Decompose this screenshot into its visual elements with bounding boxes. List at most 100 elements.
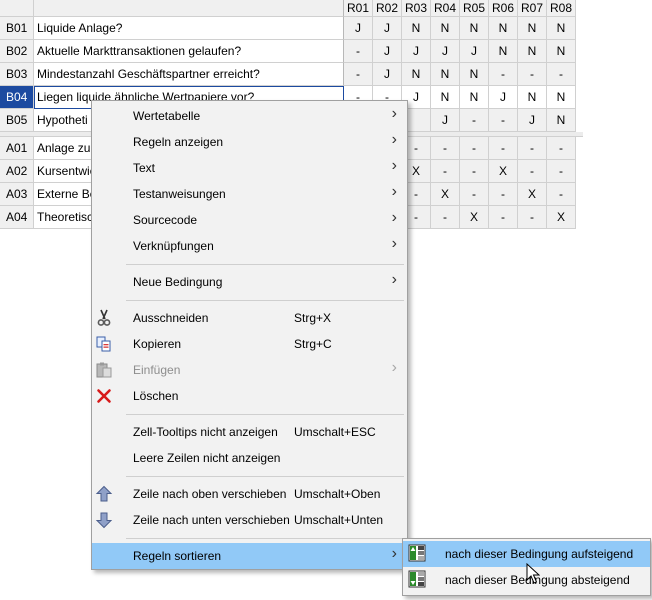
- rule-value-cell[interactable]: N: [431, 17, 460, 40]
- condition-row[interactable]: B02 Aktuelle Markttransaktionen gelaufen?…: [0, 40, 583, 63]
- rule-value-cell[interactable]: -: [460, 109, 489, 132]
- rule-value-cell[interactable]: -: [460, 137, 489, 160]
- menu-separator: [92, 409, 407, 419]
- menu-item-label: Wertetabelle: [133, 109, 201, 123]
- rule-value-cell[interactable]: -: [431, 206, 460, 229]
- rule-value-cell[interactable]: -: [547, 63, 576, 86]
- rule-value-cell[interactable]: N: [402, 63, 431, 86]
- rule-header[interactable]: R07: [518, 0, 547, 17]
- rule-value-cell[interactable]: J: [489, 86, 518, 109]
- menu-item-wertetabelle[interactable]: Wertetabelle ›: [92, 103, 407, 129]
- row-text[interactable]: Liquide Anlage?: [34, 17, 344, 40]
- rule-value-cell[interactable]: N: [547, 17, 576, 40]
- rule-value-cell[interactable]: J: [431, 40, 460, 63]
- rule-value-cell[interactable]: J: [460, 40, 489, 63]
- condition-row[interactable]: B01 Liquide Anlage? J J N N N N N N: [0, 17, 583, 40]
- row-text[interactable]: Mindestanzahl Geschäftspartner erreicht?: [34, 63, 344, 86]
- rule-value-cell[interactable]: X: [489, 160, 518, 183]
- menu-item-loeschen[interactable]: Löschen: [92, 383, 407, 409]
- rule-value-cell[interactable]: -: [489, 206, 518, 229]
- rule-value-cell[interactable]: N: [431, 63, 460, 86]
- menu-item-neue-bedingung[interactable]: Neue Bedingung ›: [92, 269, 407, 295]
- rule-value-cell[interactable]: N: [460, 86, 489, 109]
- row-id[interactable]: B02: [0, 40, 34, 63]
- menu-item-kopieren[interactable]: Kopieren Strg+C: [92, 331, 407, 357]
- rule-value-cell[interactable]: -: [518, 137, 547, 160]
- rule-value-cell[interactable]: -: [344, 63, 373, 86]
- rule-value-cell[interactable]: N: [402, 17, 431, 40]
- row-id[interactable]: B04: [0, 86, 34, 109]
- rule-value-cell[interactable]: J: [373, 63, 402, 86]
- rule-value-cell[interactable]: N: [460, 17, 489, 40]
- rule-value-cell[interactable]: X: [431, 183, 460, 206]
- rule-header[interactable]: R05: [460, 0, 489, 17]
- rule-header[interactable]: R03: [402, 0, 431, 17]
- menu-item-zeile-nach-unten[interactable]: Zeile nach unten verschieben Umschalt+Unt…: [92, 507, 407, 533]
- row-text[interactable]: Aktuelle Markttransaktionen gelaufen?: [34, 40, 344, 63]
- rule-value-cell[interactable]: N: [460, 63, 489, 86]
- rule-value-cell[interactable]: N: [431, 86, 460, 109]
- rule-value-cell[interactable]: J: [518, 109, 547, 132]
- rule-value-cell[interactable]: -: [547, 137, 576, 160]
- rule-value-cell[interactable]: J: [431, 109, 460, 132]
- chevron-right-icon: ›: [391, 209, 397, 226]
- rule-value-cell[interactable]: -: [518, 206, 547, 229]
- rule-value-cell[interactable]: N: [547, 86, 576, 109]
- menu-separator: [92, 471, 407, 481]
- rule-value-cell[interactable]: J: [344, 17, 373, 40]
- arrow-down-icon: [95, 511, 113, 529]
- menu-item-regeln-sortieren[interactable]: Regeln sortieren ›: [92, 543, 407, 569]
- rule-value-cell[interactable]: N: [547, 109, 576, 132]
- rule-header[interactable]: R08: [547, 0, 576, 17]
- rule-value-cell[interactable]: -: [460, 183, 489, 206]
- rule-value-cell[interactable]: N: [489, 17, 518, 40]
- menu-separator: [92, 259, 407, 269]
- menu-item-shortcut: Umschalt+Unten: [294, 513, 384, 527]
- rule-value-cell[interactable]: -: [431, 137, 460, 160]
- rule-value-cell[interactable]: -: [489, 109, 518, 132]
- rule-header[interactable]: R02: [373, 0, 402, 17]
- rule-header[interactable]: R06: [489, 0, 518, 17]
- rule-value-cell[interactable]: -: [460, 160, 489, 183]
- menu-item-zell-tooltips[interactable]: Zell-Tooltips nicht anzeigen Umschalt+ESC: [92, 419, 407, 445]
- rule-value-cell[interactable]: N: [518, 86, 547, 109]
- rule-value-cell[interactable]: J: [373, 40, 402, 63]
- rule-value-cell[interactable]: -: [547, 183, 576, 206]
- rule-value-cell[interactable]: X: [460, 206, 489, 229]
- row-id[interactable]: B01: [0, 17, 34, 40]
- rule-header[interactable]: R04: [431, 0, 460, 17]
- rule-value-cell[interactable]: -: [489, 137, 518, 160]
- rule-value-cell[interactable]: -: [547, 160, 576, 183]
- menu-item-sourcecode[interactable]: Sourcecode ›: [92, 207, 407, 233]
- rule-header[interactable]: R01: [344, 0, 373, 17]
- rule-value-cell[interactable]: -: [489, 63, 518, 86]
- row-id[interactable]: A03: [0, 183, 34, 206]
- row-id[interactable]: A04: [0, 206, 34, 229]
- rule-value-cell[interactable]: J: [402, 40, 431, 63]
- row-id[interactable]: B03: [0, 63, 34, 86]
- row-id[interactable]: A02: [0, 160, 34, 183]
- menu-item-testanweisungen[interactable]: Testanweisungen ›: [92, 181, 407, 207]
- menu-item-shortcut: Umschalt+Oben: [294, 487, 381, 501]
- row-id[interactable]: B05: [0, 109, 34, 132]
- rule-value-cell[interactable]: N: [547, 40, 576, 63]
- rule-value-cell[interactable]: -: [518, 160, 547, 183]
- rule-value-cell[interactable]: N: [518, 40, 547, 63]
- condition-row[interactable]: B03 Mindestanzahl Geschäftspartner erreic…: [0, 63, 583, 86]
- rule-value-cell[interactable]: N: [489, 40, 518, 63]
- rule-value-cell[interactable]: J: [373, 17, 402, 40]
- row-id[interactable]: A01: [0, 137, 34, 160]
- rule-value-cell[interactable]: X: [518, 183, 547, 206]
- menu-item-ausschneiden[interactable]: Ausschneiden Strg+X: [92, 305, 407, 331]
- rule-value-cell[interactable]: N: [518, 17, 547, 40]
- menu-item-zeile-nach-oben[interactable]: Zeile nach oben verschieben Umschalt+Oben: [92, 481, 407, 507]
- menu-item-regeln-anzeigen[interactable]: Regeln anzeigen ›: [92, 129, 407, 155]
- rule-value-cell[interactable]: -: [518, 63, 547, 86]
- rule-value-cell[interactable]: X: [547, 206, 576, 229]
- rule-value-cell[interactable]: -: [344, 40, 373, 63]
- menu-item-verknuepfungen[interactable]: Verknüpfungen ›: [92, 233, 407, 259]
- rule-value-cell[interactable]: -: [489, 183, 518, 206]
- rule-value-cell[interactable]: -: [431, 160, 460, 183]
- menu-item-text[interactable]: Text ›: [92, 155, 407, 181]
- menu-item-leere-zeilen[interactable]: Leere Zeilen nicht anzeigen: [92, 445, 407, 471]
